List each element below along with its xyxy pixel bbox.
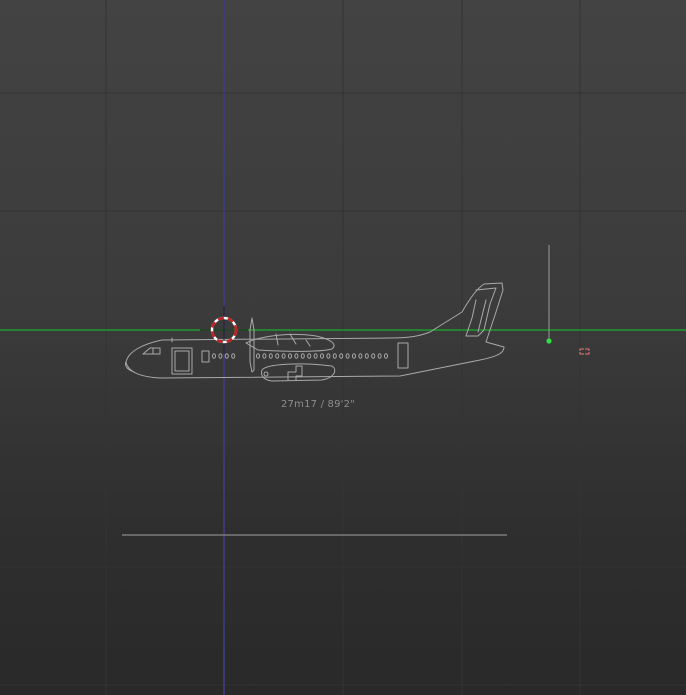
cockpit-window xyxy=(142,347,161,355)
selection-corner-tl xyxy=(579,348,584,351)
selection-corner-bl xyxy=(579,352,584,355)
dimension-label: 27m17 / 89'2" xyxy=(281,399,355,410)
selection-corner-tr xyxy=(585,348,590,351)
passenger-window-24 xyxy=(377,353,382,359)
passenger-window-8 xyxy=(275,353,280,359)
wing-root xyxy=(275,333,311,347)
pivot-point-icon[interactable] xyxy=(546,245,552,344)
passenger-window-18 xyxy=(339,353,344,359)
grid xyxy=(0,0,686,695)
passenger-window-22 xyxy=(364,353,369,359)
passenger-windows xyxy=(212,353,388,359)
pivot-dot xyxy=(546,338,552,344)
selection-corner-br xyxy=(585,352,590,355)
passenger-window-10 xyxy=(288,353,292,359)
passenger-window-13 xyxy=(307,353,312,359)
tail-fin-detail xyxy=(465,287,497,337)
propeller-blade xyxy=(249,317,255,373)
rear-door xyxy=(397,342,409,369)
service-hatch xyxy=(201,350,210,363)
front-door-inner xyxy=(174,350,190,372)
passenger-window-25 xyxy=(384,353,388,359)
passenger-window-9 xyxy=(281,353,286,359)
origin-crosshair-icon[interactable] xyxy=(200,306,248,354)
passenger-window-15 xyxy=(320,353,324,359)
aircraft-model[interactable] xyxy=(125,282,505,382)
viewport-scene[interactable]: 27m17 / 89'2" xyxy=(0,0,686,695)
passenger-window-14 xyxy=(313,353,318,359)
passenger-window-12 xyxy=(300,353,305,359)
passenger-window-16 xyxy=(326,353,331,359)
passenger-window-6 xyxy=(262,353,267,359)
passenger-window-7 xyxy=(268,353,273,359)
passenger-window-17 xyxy=(332,353,337,359)
passenger-window-2 xyxy=(218,353,223,359)
passenger-window-3 xyxy=(224,353,229,359)
fairing-marker xyxy=(263,371,269,377)
passenger-window-5 xyxy=(256,353,260,359)
3d-viewport[interactable]: 27m17 / 89'2" xyxy=(0,0,686,695)
passenger-window-1 xyxy=(212,353,216,359)
passenger-window-11 xyxy=(294,353,299,359)
passenger-window-23 xyxy=(371,353,376,359)
passenger-window-19 xyxy=(345,353,350,359)
gear-detail xyxy=(287,365,303,381)
engine-nacelle xyxy=(245,333,335,352)
passenger-window-4 xyxy=(231,353,236,359)
passenger-window-21 xyxy=(358,353,363,359)
selection-corner-icon[interactable] xyxy=(579,348,590,355)
passenger-window-20 xyxy=(352,353,356,359)
